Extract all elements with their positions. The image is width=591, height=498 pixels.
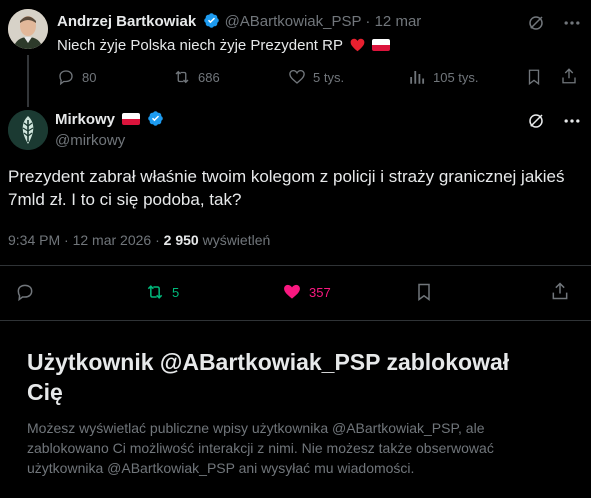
share-icon [562,68,576,84]
blocked-description: Możesz wyświetlać publiczne wpisy użytko… [27,420,494,476]
blocked-title: Użytkownik @ABartkowiak_PSP zablokował C… [27,349,510,405]
bookmark-icon [418,283,430,301]
retweet-button[interactable]: 686 [173,68,220,86]
views-button[interactable]: 105 tys. [408,68,479,86]
tweet-text-content: Niech żyje Polska niech żyje Prezydent R… [57,37,343,54]
bookmark-icon [528,69,540,86]
reply-count: 80 [82,69,97,85]
like-count: 357 [309,284,331,300]
heart-icon [289,69,305,84]
divider [0,320,591,321]
author-name[interactable]: Mirkowy [55,111,115,128]
views-count: 105 tys. [433,69,479,85]
reply-icon [59,70,73,86]
verified-badge-icon [147,110,164,127]
author-name-row: Mirkowy [55,110,164,128]
retweet-count: 5 [172,284,180,300]
grok-icon[interactable] [527,112,545,135]
tweet-timestamp[interactable]: 9:34 PM · 12 mar 2026 · [8,232,160,248]
views-count: 2 950 [163,232,199,248]
poland-flag-icon [122,113,141,125]
author-handle[interactable]: @mirkowy [55,132,125,149]
retweet-icon [175,70,189,84]
bookmark-button[interactable] [414,282,434,307]
avatar[interactable] [8,9,48,49]
retweet-count: 686 [198,69,220,85]
retweet-button[interactable]: 5 [145,282,179,302]
more-options-icon[interactable] [562,111,582,136]
like-button[interactable]: 357 [282,282,331,302]
bookmark-button[interactable] [525,68,543,91]
verified-badge-icon [203,12,220,29]
share-icon [552,282,568,300]
heart-emoji-icon [350,38,365,56]
views-label: wyświetleń [202,232,271,248]
avatar[interactable] [8,110,48,150]
tweet-date[interactable]: 12 mar [375,13,422,30]
author-name[interactable]: Andrzej Bartkowiak [57,13,196,30]
tweet-text: Prezydent zabrał właśnie twoim kolegom z… [8,167,565,209]
reply-button[interactable]: 80 [57,68,96,86]
share-button[interactable] [550,281,570,306]
poland-flag-icon [372,39,391,51]
tweet-meta: 9:34 PM · 12 mar 2026 · 2 950 wyświetleń [8,232,270,248]
retweet-icon [147,285,163,299]
tweet-header: Andrzej Bartkowiak @ABartkowiak_PSP · 12… [57,12,421,30]
divider [0,265,591,266]
reply-icon [17,284,33,302]
share-button[interactable] [560,67,578,90]
more-options-icon[interactable] [562,13,582,38]
thread-line [27,55,29,107]
tweet-text: Niech żyje Polska niech żyje Prezydent R… [57,37,391,56]
analytics-icon [410,71,425,84]
separator: · [365,13,371,30]
author-handle[interactable]: @ABartkowiak_PSP [225,13,362,30]
reply-button[interactable] [15,282,35,302]
heart-icon [284,284,300,299]
like-button[interactable]: 5 tys. [288,68,344,86]
grok-icon[interactable] [527,14,545,37]
like-count: 5 tys. [313,69,345,85]
